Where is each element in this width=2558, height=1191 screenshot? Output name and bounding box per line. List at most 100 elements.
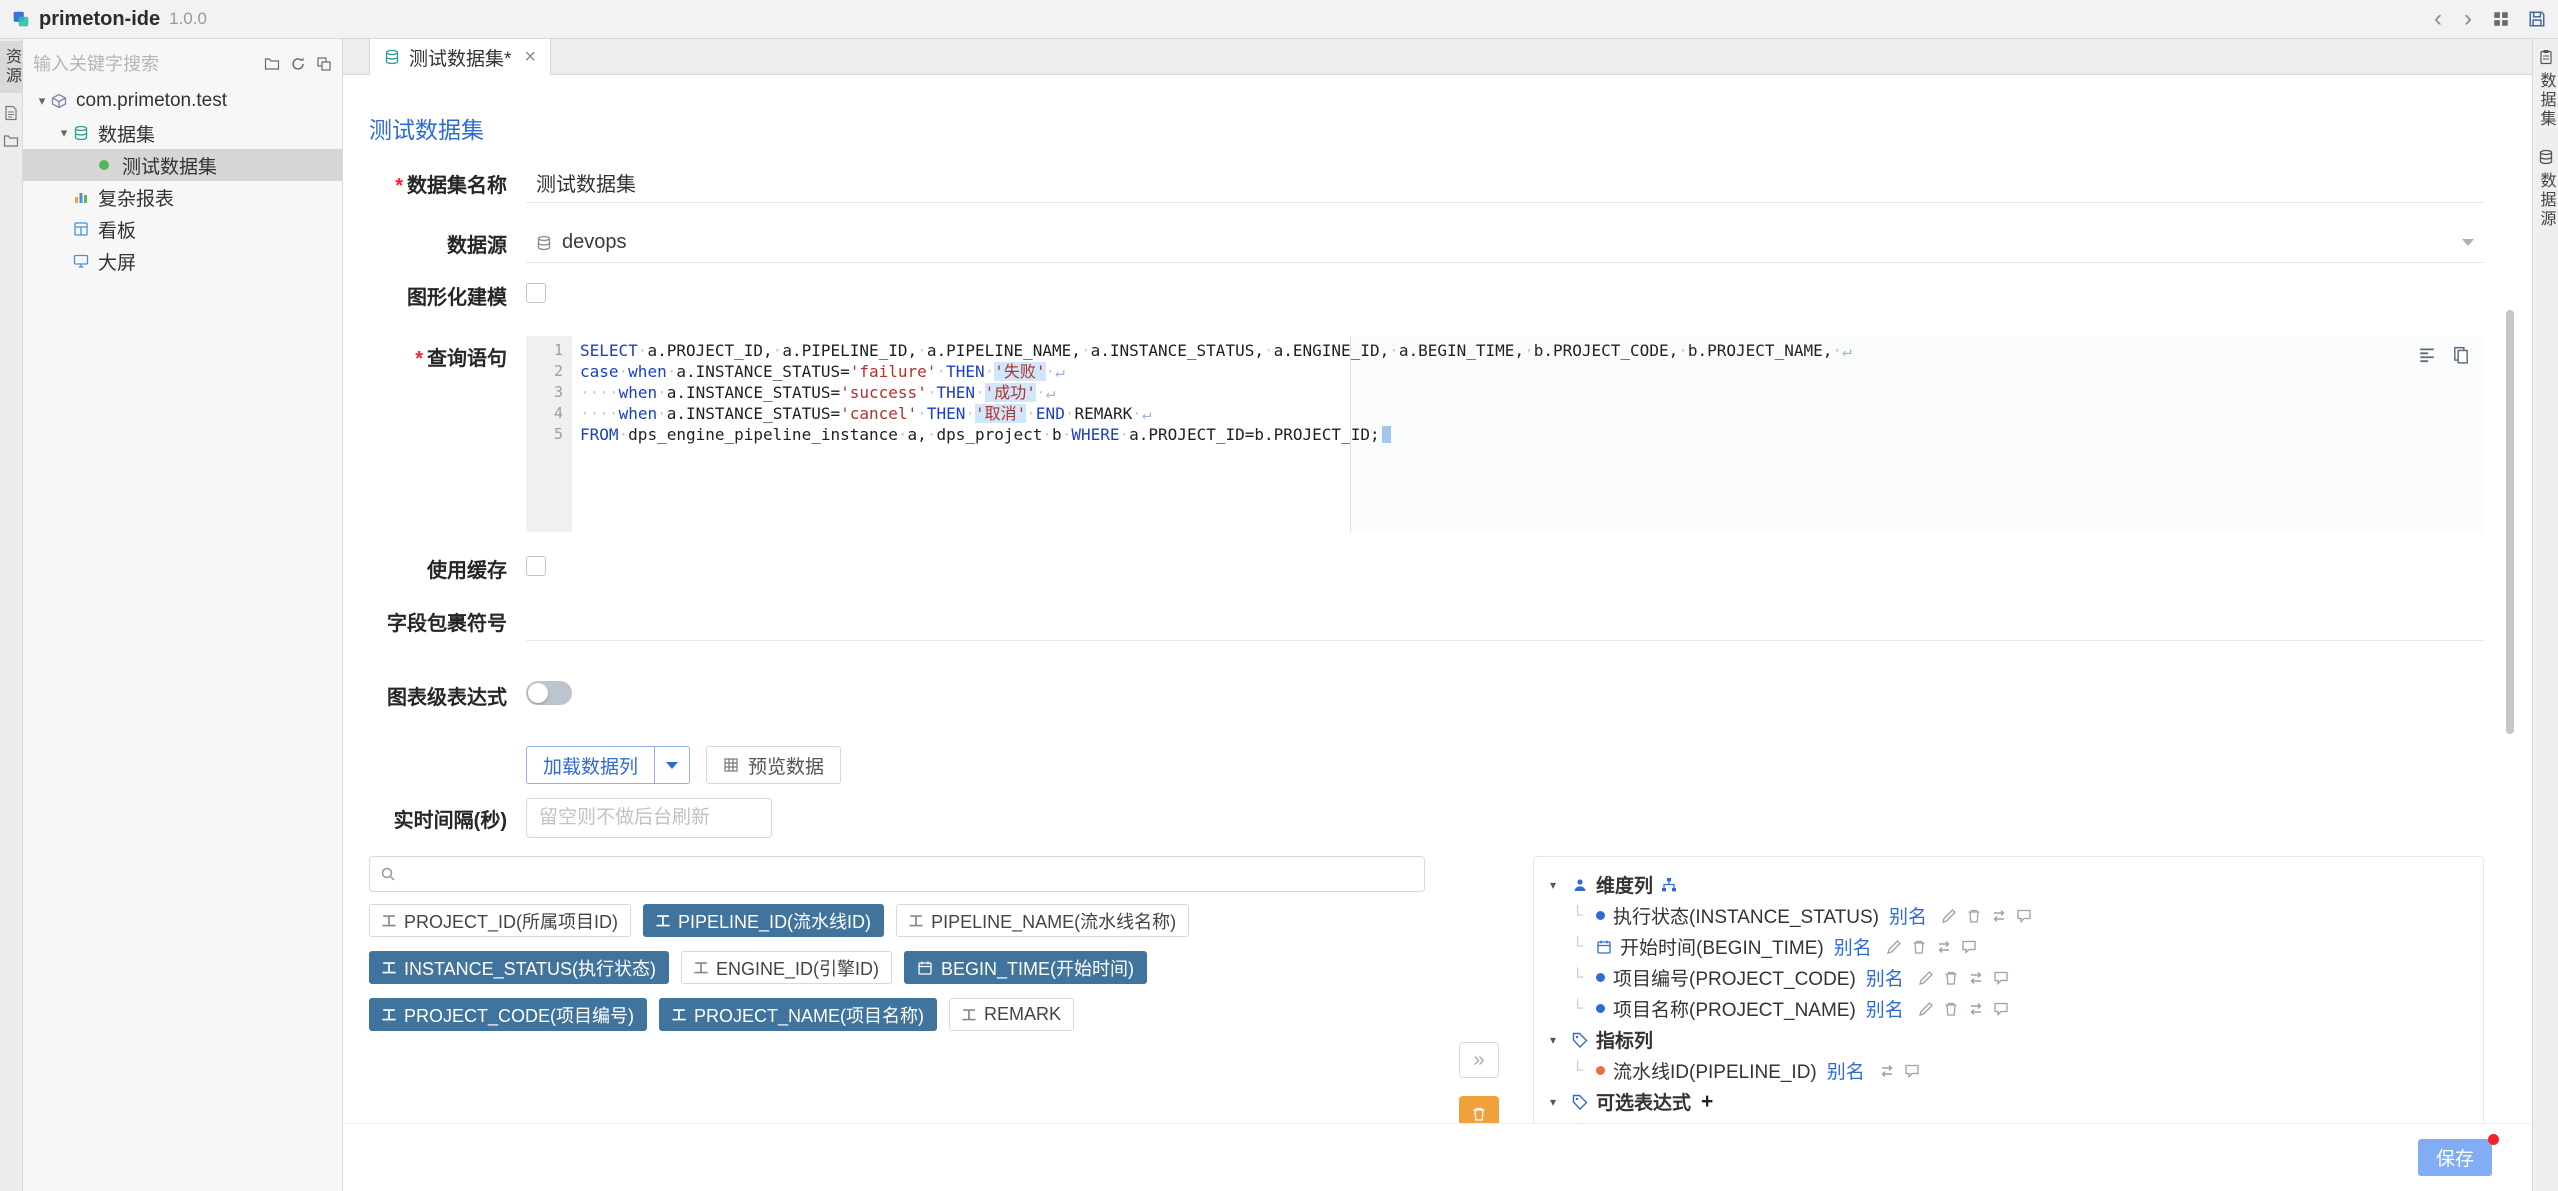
column-item[interactable]: └项目名称(PROJECT_NAME)别名 <box>1550 993 2467 1024</box>
trash-icon[interactable] <box>1943 1001 1959 1017</box>
trash-icon <box>1471 1106 1487 1122</box>
comment-icon[interactable] <box>1961 939 1977 955</box>
close-icon[interactable]: × <box>524 46 536 69</box>
swap-icon[interactable] <box>1991 908 2007 924</box>
alias-link[interactable]: 别名 <box>1889 902 1927 929</box>
alias-link[interactable]: 别名 <box>1827 1057 1865 1084</box>
tab-dataset[interactable]: 测试数据集* × <box>369 39 551 75</box>
column-group-header[interactable]: ▾维度列 <box>1550 869 2467 900</box>
field-chip[interactable]: 工REMARK <box>949 998 1074 1031</box>
tree-item[interactable]: 复杂报表 <box>23 181 342 213</box>
column-group-header[interactable]: ▾可选表达式+ <box>1550 1086 2467 1117</box>
trash-icon[interactable] <box>1943 970 1959 986</box>
column-item[interactable]: └流水线执行总数 <box>1550 1117 2467 1123</box>
tree-item[interactable]: ▾com.primeton.test <box>23 85 342 117</box>
column-item[interactable]: └项目编号(PROJECT_CODE)别名 <box>1550 962 2467 993</box>
collapse-all-icon[interactable] <box>316 56 332 72</box>
right-dock-tab[interactable]: 数据源 <box>2538 149 2554 229</box>
copy-sql-icon[interactable] <box>2452 346 2470 364</box>
back-icon[interactable]: ‹ <box>2432 7 2444 31</box>
alias-link[interactable]: 别名 <box>1866 964 1904 991</box>
caret-down-icon[interactable]: ▾ <box>33 93 51 109</box>
left-dock-tab-resources[interactable]: 资源 <box>0 41 22 93</box>
titlebar-actions: ‹ › <box>2432 7 2546 31</box>
column-item-name: 流水线ID(PIPELINE_ID) <box>1613 1057 1817 1084</box>
field-chip[interactable]: 工ENGINE_ID(引擎ID) <box>681 951 892 984</box>
field-chip[interactable]: 工PROJECT_CODE(项目编号) <box>369 998 647 1031</box>
swap-icon[interactable] <box>1936 939 1952 955</box>
db-icon <box>2538 149 2554 165</box>
chart-expression-toggle[interactable] <box>526 681 572 705</box>
field-chip[interactable]: 工PIPELINE_ID(流水线ID) <box>643 904 884 937</box>
comment-icon[interactable] <box>1993 970 2009 986</box>
scrollbar-thumb[interactable] <box>2506 310 2514 734</box>
tree-item[interactable]: ▾数据集 <box>23 117 342 149</box>
sql-code[interactable]: SELECT·a.PROJECT_ID,·a.PIPELINE_ID,·a.PI… <box>572 336 2484 532</box>
editor-tabbar: 测试数据集* × <box>343 39 2532 75</box>
swap-icon[interactable] <box>1879 1063 1895 1079</box>
dataset-name-input[interactable] <box>526 163 2484 203</box>
move-fields-button[interactable]: » <box>1459 1042 1499 1078</box>
edit-icon[interactable] <box>1886 939 1902 955</box>
field-chip[interactable]: 工PROJECT_ID(所属项目ID) <box>369 904 631 937</box>
text-type-icon: 工 <box>672 1005 686 1025</box>
explorer-toolbar <box>23 45 342 85</box>
comment-icon[interactable] <box>1904 1063 1920 1079</box>
alias-link[interactable]: 别名 <box>1866 995 1904 1022</box>
forward-icon[interactable]: › <box>2462 7 2474 31</box>
field-chip[interactable]: 工PIPELINE_NAME(流水线名称) <box>896 904 1189 937</box>
document-icon[interactable] <box>3 105 19 121</box>
folder-icon[interactable] <box>3 133 19 149</box>
windows-grid-icon[interactable] <box>2492 10 2510 28</box>
chevron-down-icon[interactable] <box>655 747 689 783</box>
right-dock-tab[interactable]: 数据集 <box>2538 49 2554 129</box>
save-icon[interactable] <box>2528 10 2546 28</box>
explorer-search-input[interactable] <box>33 49 254 79</box>
refresh-icon[interactable] <box>290 56 306 72</box>
caret-down-icon[interactable]: ▾ <box>1550 1095 1564 1109</box>
preview-data-button[interactable]: 预览数据 <box>706 746 841 784</box>
folder-icon[interactable] <box>264 56 280 72</box>
calendar-icon <box>1596 939 1612 955</box>
tree-item[interactable]: 看板 <box>23 213 342 245</box>
sitemap-icon[interactable] <box>1661 877 1677 893</box>
column-item[interactable]: └流水线ID(PIPELINE_ID)别名 <box>1550 1055 2467 1086</box>
swap-icon[interactable] <box>1968 1001 1984 1017</box>
edit-icon[interactable] <box>1941 908 1957 924</box>
required-asterisk: * <box>395 175 403 197</box>
column-item[interactable]: └执行状态(INSTANCE_STATUS)别名 <box>1550 900 2467 931</box>
plus-icon[interactable]: + <box>1701 1090 1713 1114</box>
column-item-name: 执行状态(INSTANCE_STATUS) <box>1613 902 1879 929</box>
sql-editor[interactable]: 12345 SELECT·a.PROJECT_ID,·a.PIPELINE_ID… <box>526 336 2484 532</box>
use-cache-checkbox[interactable] <box>526 556 546 576</box>
fields-search-input[interactable] <box>405 864 1414 885</box>
swap-icon[interactable] <box>1968 970 1984 986</box>
trash-icon[interactable] <box>1911 939 1927 955</box>
alias-link[interactable]: 别名 <box>1834 933 1872 960</box>
field-chip[interactable]: 工PROJECT_NAME(项目名称) <box>659 998 937 1031</box>
field-chip-label: ENGINE_ID(引擎ID) <box>716 955 879 981</box>
delete-fields-button[interactable] <box>1459 1096 1499 1123</box>
field-chip[interactable]: 工INSTANCE_STATUS(执行状态) <box>369 951 669 984</box>
field-chip[interactable]: BEGIN_TIME(开始时间) <box>904 951 1147 984</box>
caret-down-icon[interactable]: ▾ <box>1550 1033 1564 1047</box>
column-item[interactable]: └开始时间(BEGIN_TIME)别名 <box>1550 931 2467 962</box>
caret-down-icon[interactable]: ▾ <box>55 125 73 141</box>
edit-icon[interactable] <box>1918 1001 1934 1017</box>
tree-item[interactable]: 测试数据集 <box>23 149 342 181</box>
comment-icon[interactable] <box>1993 1001 2009 1017</box>
save-button[interactable]: 保存 <box>2418 1139 2492 1176</box>
graphical-modeling-checkbox[interactable] <box>526 283 546 303</box>
tree-item[interactable]: 大屏 <box>23 245 342 277</box>
field-wrapper-input[interactable] <box>526 601 2484 641</box>
column-group-header[interactable]: ▾指标列 <box>1550 1024 2467 1055</box>
format-sql-icon[interactable] <box>2418 346 2436 364</box>
edit-icon[interactable] <box>1918 970 1934 986</box>
datasource-select[interactable]: devops <box>526 223 2484 263</box>
app-title: primeton-ide <box>39 8 160 31</box>
comment-icon[interactable] <box>2016 908 2032 924</box>
interval-input[interactable] <box>526 798 772 838</box>
trash-icon[interactable] <box>1966 908 1982 924</box>
caret-down-icon[interactable]: ▾ <box>1550 878 1564 892</box>
load-columns-button[interactable]: 加载数据列 <box>526 746 690 784</box>
